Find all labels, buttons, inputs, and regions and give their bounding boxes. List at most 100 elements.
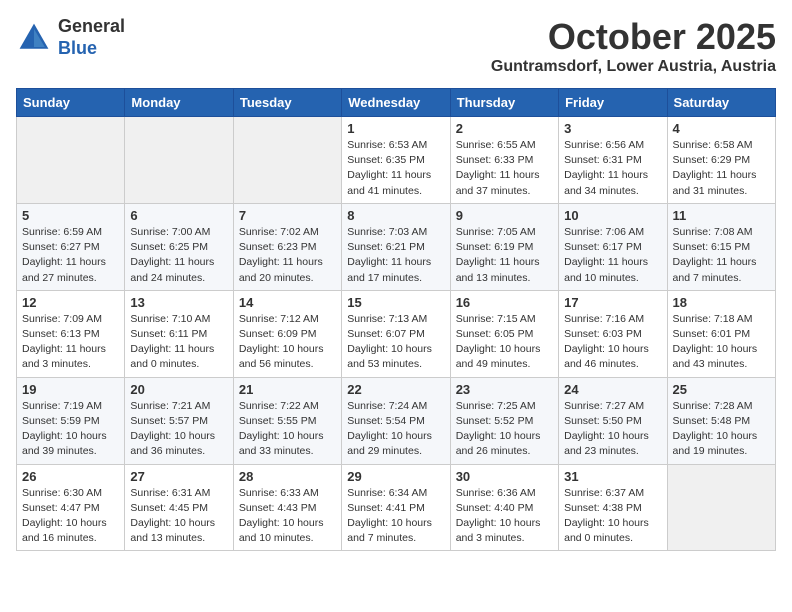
day-info: Sunrise: 6:37 AM Sunset: 4:38 PM Dayligh… (564, 486, 661, 547)
day-number: 24 (564, 382, 661, 397)
day-number: 30 (456, 469, 553, 484)
calendar-cell (17, 117, 125, 204)
week-row-5: 26 Sunrise: 6:30 AM Sunset: 4:47 PM Dayli… (17, 464, 776, 551)
calendar-cell: 26 Sunrise: 6:30 AM Sunset: 4:47 PM Dayli… (17, 464, 125, 551)
day-number: 2 (456, 121, 553, 136)
day-number: 11 (673, 208, 770, 223)
weekday-header-wednesday: Wednesday (342, 89, 450, 117)
day-info: Sunrise: 6:31 AM Sunset: 4:45 PM Dayligh… (130, 486, 227, 547)
day-number: 20 (130, 382, 227, 397)
day-number: 1 (347, 121, 444, 136)
calendar-cell: 8 Sunrise: 7:03 AM Sunset: 6:21 PM Daylig… (342, 203, 450, 290)
calendar-cell: 23Sunrise: 7:25 AM Sunset: 5:52 PM Dayli… (450, 377, 558, 464)
day-number: 5 (22, 208, 119, 223)
day-info: Sunrise: 7:15 AM Sunset: 6:05 PM Dayligh… (456, 312, 553, 373)
calendar-cell: 21Sunrise: 7:22 AM Sunset: 5:55 PM Dayli… (233, 377, 341, 464)
weekday-header-sunday: Sunday (17, 89, 125, 117)
calendar-cell: 20 Sunrise: 7:21 AM Sunset: 5:57 PM Dayli… (125, 377, 233, 464)
day-info: Sunrise: 7:16 AM Sunset: 6:03 PM Dayligh… (564, 312, 661, 373)
day-info: Sunrise: 7:25 AM Sunset: 5:52 PM Dayligh… (456, 399, 553, 460)
calendar-cell: 19 Sunrise: 7:19 AM Sunset: 5:59 PM Dayli… (17, 377, 125, 464)
day-info: Sunrise: 7:05 AM Sunset: 6:19 PM Dayligh… (456, 225, 553, 286)
day-info: Sunrise: 7:28 AM Sunset: 5:48 PM Dayligh… (673, 399, 770, 460)
calendar-cell: 10 Sunrise: 7:06 AM Sunset: 6:17 PM Dayli… (559, 203, 667, 290)
day-info: Sunrise: 7:08 AM Sunset: 6:15 PM Dayligh… (673, 225, 770, 286)
day-number: 8 (347, 208, 444, 223)
week-row-4: 19 Sunrise: 7:19 AM Sunset: 5:59 PM Dayli… (17, 377, 776, 464)
calendar-cell: 4 Sunrise: 6:58 AM Sunset: 6:29 PM Daylig… (667, 117, 775, 204)
day-info: Sunrise: 7:13 AM Sunset: 6:07 PM Dayligh… (347, 312, 444, 373)
day-number: 26 (22, 469, 119, 484)
day-number: 15 (347, 295, 444, 310)
day-number: 18 (673, 295, 770, 310)
calendar-cell: 3 Sunrise: 6:56 AM Sunset: 6:31 PM Daylig… (559, 117, 667, 204)
day-info: Sunrise: 7:00 AM Sunset: 6:25 PM Dayligh… (130, 225, 227, 286)
location: Guntramsdorf, Lower Austria, Austria (491, 58, 776, 76)
week-row-3: 12Sunrise: 7:09 AM Sunset: 6:13 PM Dayli… (17, 290, 776, 377)
day-number: 10 (564, 208, 661, 223)
logo-icon (16, 20, 52, 56)
day-info: Sunrise: 7:18 AM Sunset: 6:01 PM Dayligh… (673, 312, 770, 373)
day-number: 14 (239, 295, 336, 310)
day-info: Sunrise: 7:12 AM Sunset: 6:09 PM Dayligh… (239, 312, 336, 373)
day-info: Sunrise: 7:09 AM Sunset: 6:13 PM Dayligh… (22, 312, 119, 373)
day-info: Sunrise: 6:53 AM Sunset: 6:35 PM Dayligh… (347, 138, 444, 199)
day-number: 29 (347, 469, 444, 484)
day-number: 17 (564, 295, 661, 310)
page-header: General Blue October 2025 Guntramsdorf, … (16, 16, 776, 76)
calendar-cell: 13Sunrise: 7:10 AM Sunset: 6:11 PM Dayli… (125, 290, 233, 377)
calendar-cell: 17 Sunrise: 7:16 AM Sunset: 6:03 PM Dayli… (559, 290, 667, 377)
calendar-cell: 28Sunrise: 6:33 AM Sunset: 4:43 PM Dayli… (233, 464, 341, 551)
day-number: 9 (456, 208, 553, 223)
day-info: Sunrise: 6:59 AM Sunset: 6:27 PM Dayligh… (22, 225, 119, 286)
calendar-cell: 14 Sunrise: 7:12 AM Sunset: 6:09 PM Dayli… (233, 290, 341, 377)
day-number: 25 (673, 382, 770, 397)
calendar-cell (125, 117, 233, 204)
calendar-cell: 29 Sunrise: 6:34 AM Sunset: 4:41 PM Dayli… (342, 464, 450, 551)
title-block: October 2025 Guntramsdorf, Lower Austria… (491, 16, 776, 76)
day-info: Sunrise: 7:22 AM Sunset: 5:55 PM Dayligh… (239, 399, 336, 460)
logo: General Blue (16, 16, 125, 59)
weekday-header-row: SundayMondayTuesdayWednesdayThursdayFrid… (17, 89, 776, 117)
day-info: Sunrise: 7:06 AM Sunset: 6:17 PM Dayligh… (564, 225, 661, 286)
calendar-table: SundayMondayTuesdayWednesdayThursdayFrid… (16, 88, 776, 551)
day-info: Sunrise: 6:55 AM Sunset: 6:33 PM Dayligh… (456, 138, 553, 199)
day-info: Sunrise: 7:21 AM Sunset: 5:57 PM Dayligh… (130, 399, 227, 460)
day-info: Sunrise: 7:10 AM Sunset: 6:11 PM Dayligh… (130, 312, 227, 373)
calendar-cell: 16 Sunrise: 7:15 AM Sunset: 6:05 PM Dayli… (450, 290, 558, 377)
day-number: 19 (22, 382, 119, 397)
day-info: Sunrise: 7:02 AM Sunset: 6:23 PM Dayligh… (239, 225, 336, 286)
calendar-cell: 30Sunrise: 6:36 AM Sunset: 4:40 PM Dayli… (450, 464, 558, 551)
day-number: 22 (347, 382, 444, 397)
logo-text: General Blue (58, 16, 125, 59)
day-info: Sunrise: 6:34 AM Sunset: 4:41 PM Dayligh… (347, 486, 444, 547)
calendar-cell: 27Sunrise: 6:31 AM Sunset: 4:45 PM Dayli… (125, 464, 233, 551)
calendar-cell: 25 Sunrise: 7:28 AM Sunset: 5:48 PM Dayli… (667, 377, 775, 464)
month-title: October 2025 (491, 16, 776, 58)
calendar-cell (667, 464, 775, 551)
day-info: Sunrise: 6:58 AM Sunset: 6:29 PM Dayligh… (673, 138, 770, 199)
calendar-cell: 31Sunrise: 6:37 AM Sunset: 4:38 PM Dayli… (559, 464, 667, 551)
day-info: Sunrise: 7:27 AM Sunset: 5:50 PM Dayligh… (564, 399, 661, 460)
week-row-1: 1 Sunrise: 6:53 AM Sunset: 6:35 PM Daylig… (17, 117, 776, 204)
day-info: Sunrise: 6:56 AM Sunset: 6:31 PM Dayligh… (564, 138, 661, 199)
logo-general: General (58, 16, 125, 38)
weekday-header-friday: Friday (559, 89, 667, 117)
day-number: 4 (673, 121, 770, 136)
day-info: Sunrise: 6:30 AM Sunset: 4:47 PM Dayligh… (22, 486, 119, 547)
calendar-cell: 9 Sunrise: 7:05 AM Sunset: 6:19 PM Daylig… (450, 203, 558, 290)
calendar-cell: 22Sunrise: 7:24 AM Sunset: 5:54 PM Dayli… (342, 377, 450, 464)
calendar-cell: 18 Sunrise: 7:18 AM Sunset: 6:01 PM Dayli… (667, 290, 775, 377)
day-number: 16 (456, 295, 553, 310)
day-number: 3 (564, 121, 661, 136)
day-number: 6 (130, 208, 227, 223)
calendar-cell: 7 Sunrise: 7:02 AM Sunset: 6:23 PM Daylig… (233, 203, 341, 290)
weekday-header-thursday: Thursday (450, 89, 558, 117)
day-number: 7 (239, 208, 336, 223)
day-info: Sunrise: 7:19 AM Sunset: 5:59 PM Dayligh… (22, 399, 119, 460)
calendar-cell: 24 Sunrise: 7:27 AM Sunset: 5:50 PM Dayli… (559, 377, 667, 464)
weekday-header-tuesday: Tuesday (233, 89, 341, 117)
calendar-cell: 12Sunrise: 7:09 AM Sunset: 6:13 PM Dayli… (17, 290, 125, 377)
day-info: Sunrise: 7:03 AM Sunset: 6:21 PM Dayligh… (347, 225, 444, 286)
calendar-cell: 2 Sunrise: 6:55 AM Sunset: 6:33 PM Daylig… (450, 117, 558, 204)
